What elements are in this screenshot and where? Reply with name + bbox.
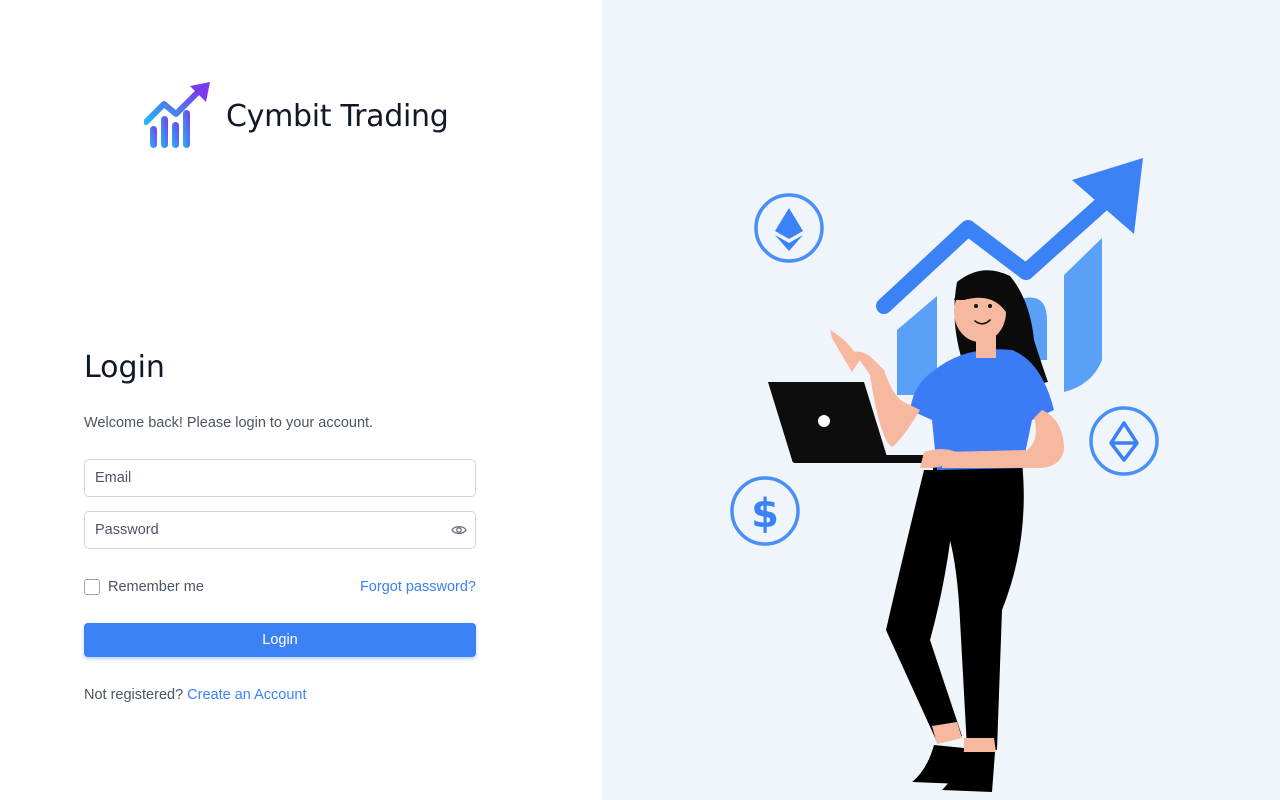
login-button[interactable]: Login xyxy=(84,623,476,657)
rising-chart-logo-icon xyxy=(144,82,210,148)
password-field-wrapper xyxy=(84,511,476,549)
login-subtitle: Welcome back! Please login to your accou… xyxy=(84,415,374,431)
illustration-panel: $ xyxy=(602,0,1280,800)
signup-prompt: Not registered? Create an Account xyxy=(84,687,476,703)
login-panel: Cymbit Trading Login Welcome back! Pleas… xyxy=(0,0,602,800)
dollar-symbol: $ xyxy=(751,491,779,537)
create-account-link[interactable]: Create an Account xyxy=(187,687,306,703)
remember-me-checkbox[interactable] xyxy=(84,579,100,595)
ethereum-coin-icon xyxy=(754,193,824,263)
login-options-row: Remember me Forgot password? xyxy=(84,579,476,595)
eye-icon[interactable] xyxy=(451,522,467,538)
trading-illustration: $ xyxy=(730,158,1159,792)
ethereum-coin-icon xyxy=(1089,406,1159,476)
brand: Cymbit Trading xyxy=(144,82,449,150)
forgot-password-link[interactable]: Forgot password? xyxy=(360,579,476,595)
page-title: Login xyxy=(84,350,165,385)
login-form: Login Welcome back! Please login to your… xyxy=(84,350,476,703)
remember-me-label: Remember me xyxy=(108,579,204,595)
brand-name: Cymbit Trading xyxy=(226,98,449,134)
login-page: Cymbit Trading Login Welcome back! Pleas… xyxy=(0,0,1280,800)
email-field-wrapper xyxy=(84,459,476,497)
dollar-coin-icon: $ xyxy=(730,476,800,546)
email-field[interactable] xyxy=(84,459,476,497)
remember-me[interactable]: Remember me xyxy=(84,579,204,595)
password-field[interactable] xyxy=(84,511,476,549)
signup-prompt-text: Not registered? xyxy=(84,687,184,703)
